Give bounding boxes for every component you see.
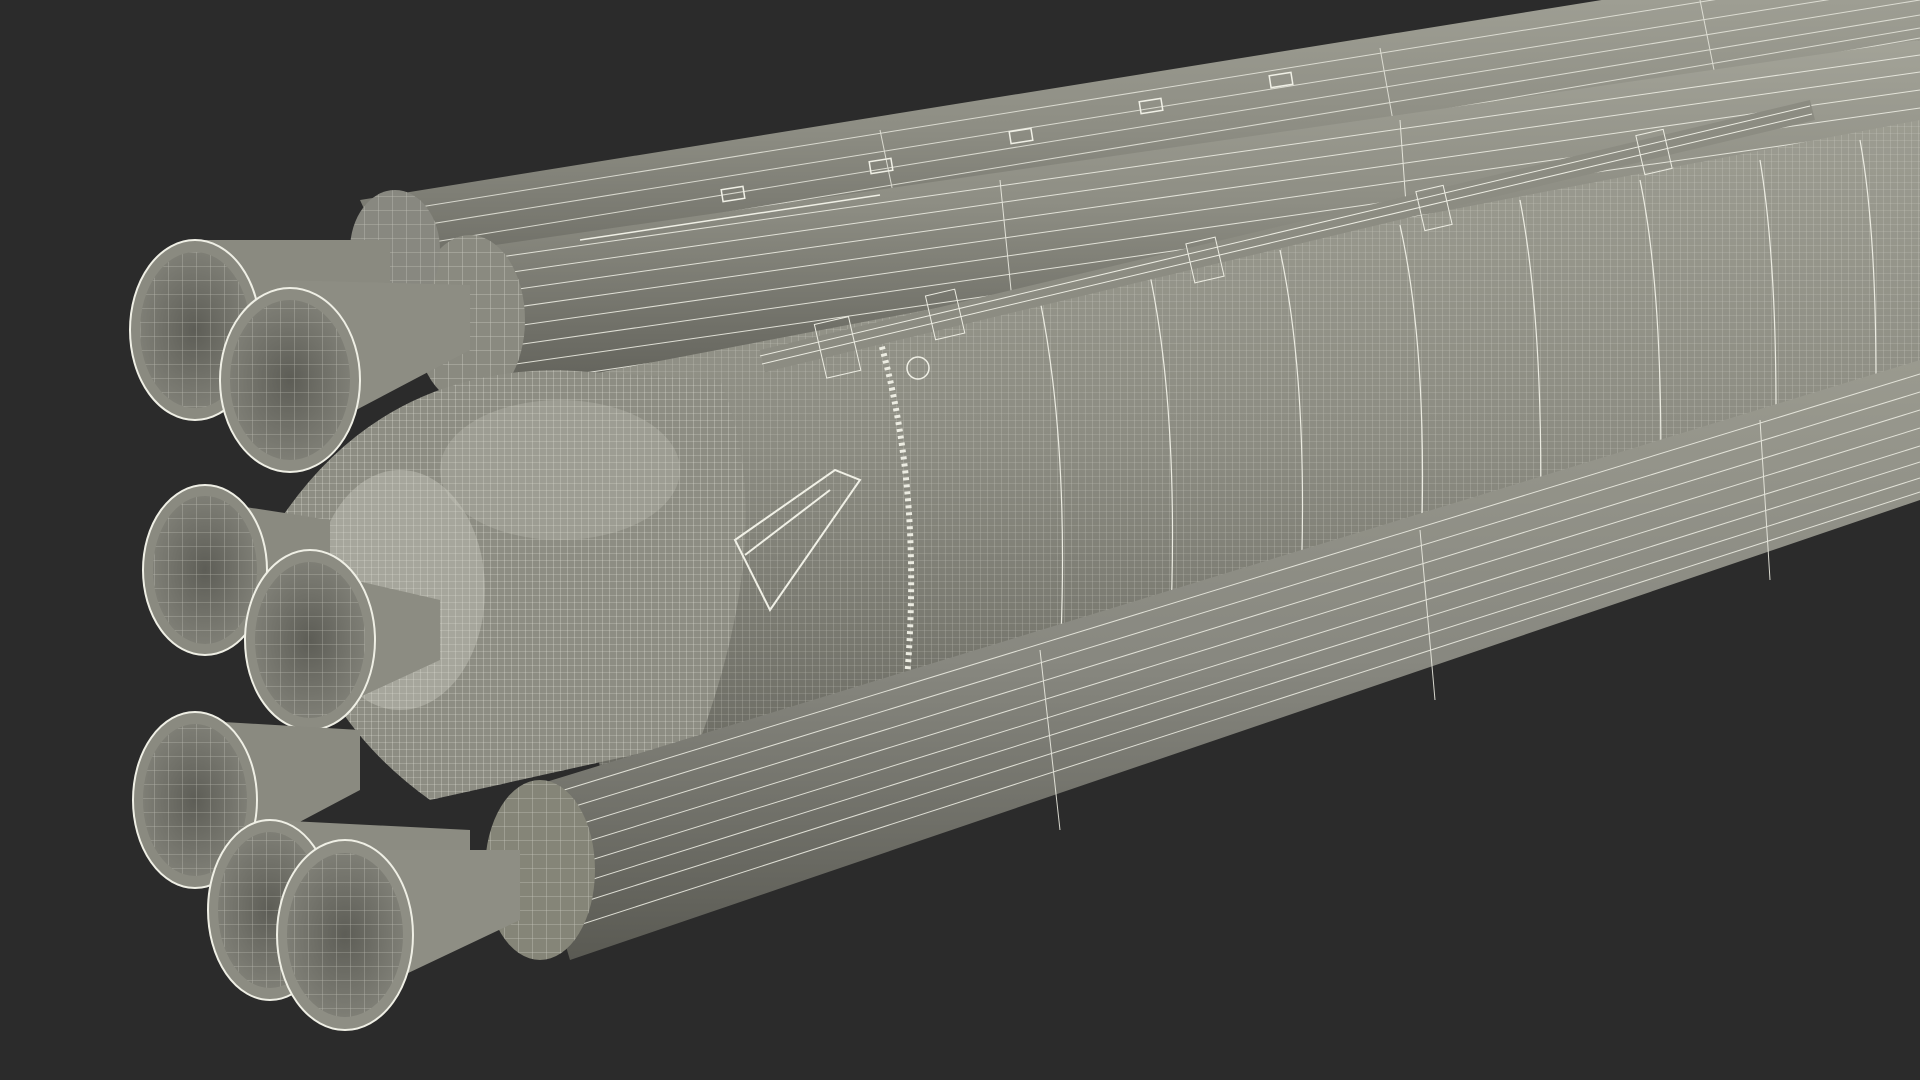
rocket-wireframe-render xyxy=(129,0,1920,1031)
3d-viewport[interactable] xyxy=(0,0,1920,1080)
nozzle-lower-right xyxy=(276,839,520,1031)
